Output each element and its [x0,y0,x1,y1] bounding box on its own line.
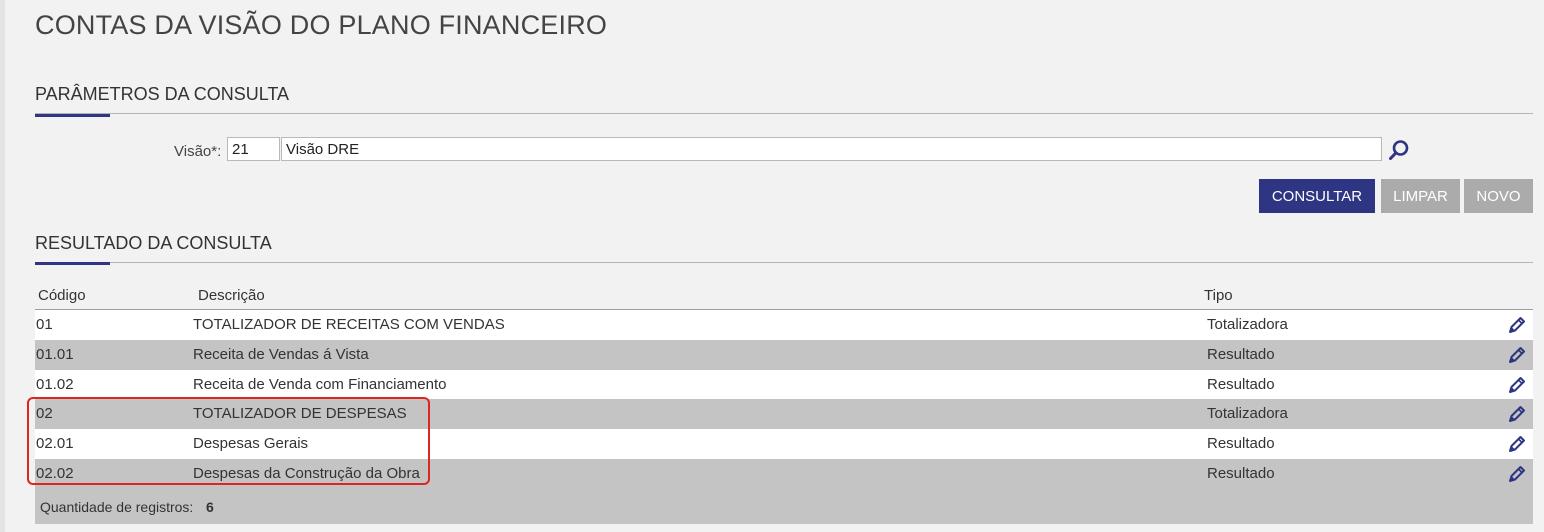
cell-descricao: Receita de Vendas á Vista [193,346,369,363]
edit-button[interactable] [1507,404,1527,424]
cell-tipo: Totalizadora [1207,316,1288,333]
record-count-label: Quantidade de registros: [40,499,194,515]
visao-label: Visão*: [174,143,222,160]
edit-button[interactable] [1507,375,1527,395]
cell-codigo: 02.02 [36,465,74,482]
pencil-icon [1509,377,1525,393]
magnifier-icon [1388,140,1408,160]
cell-codigo: 02 [36,405,53,422]
column-header-codigo[interactable]: Código [38,287,86,304]
results-footer: Quantidade de registros: 6 [35,489,1533,524]
cell-tipo: Resultado [1207,346,1275,363]
table-row[interactable]: 02.01 Despesas Gerais Resultado [35,429,1533,459]
params-section-rule [35,113,1533,114]
consultar-button[interactable]: CONSULTAR [1259,179,1375,213]
params-section-accent [35,114,110,117]
params-section-title: PARÂMETROS DA CONSULTA [35,84,290,104]
cell-codigo: 02.01 [36,435,74,452]
results-section-accent [35,262,110,265]
cell-codigo: 01.02 [36,376,74,393]
column-header-tipo[interactable]: Tipo [1204,287,1233,304]
pencil-icon [1509,347,1525,363]
edit-button[interactable] [1507,434,1527,454]
results-section-title: RESULTADO DA CONSULTA [35,233,272,253]
edit-button[interactable] [1507,464,1527,484]
cell-tipo: Resultado [1207,435,1275,452]
pencil-icon [1509,317,1525,333]
visao-code-input[interactable] [227,137,280,161]
pencil-icon [1509,406,1525,422]
cell-descricao: Despesas Gerais [193,435,309,452]
edit-button[interactable] [1507,345,1527,365]
cell-descricao: TOTALIZADOR DE RECEITAS COM VENDAS [193,316,505,333]
cell-tipo: Totalizadora [1207,405,1288,422]
table-row[interactable]: 01 TOTALIZADOR DE RECEITAS COM VENDAS Tota… [35,310,1533,340]
edit-button[interactable] [1507,315,1527,335]
table-row[interactable]: 02.02 Despesas da Construção da Obra Resul… [35,459,1533,489]
table-row[interactable]: 01.01 Receita de Vendas á Vista Resultado [35,340,1533,370]
visao-description-input[interactable] [281,137,1382,161]
cell-codigo: 01 [36,316,53,333]
cell-descricao: Despesas da Construção da Obra [193,465,420,482]
table-row[interactable]: 01.02 Receita de Venda com Financiamento R… [35,370,1533,400]
page-title: CONTAS DA VISÃO DO PLANO FINANCEIRO [35,10,608,40]
column-header-descricao[interactable]: Descrição [198,287,265,304]
record-count-value: 6 [206,499,214,515]
limpar-button[interactable]: LIMPAR [1381,179,1460,213]
novo-button[interactable]: NOVO [1464,179,1533,213]
cell-tipo: Resultado [1207,465,1275,482]
search-button[interactable] [1385,137,1412,163]
pencil-icon [1509,436,1525,452]
table-row[interactable]: 02 TOTALIZADOR DE DESPESAS Totalizadora [35,399,1533,429]
left-edge [0,0,5,532]
cell-descricao: TOTALIZADOR DE DESPESAS [193,405,407,422]
pencil-icon [1509,466,1525,482]
results-section-rule [35,262,1533,263]
cell-codigo: 01.01 [36,346,74,363]
cell-descricao: Receita de Venda com Financiamento [193,376,447,393]
cell-tipo: Resultado [1207,376,1275,393]
